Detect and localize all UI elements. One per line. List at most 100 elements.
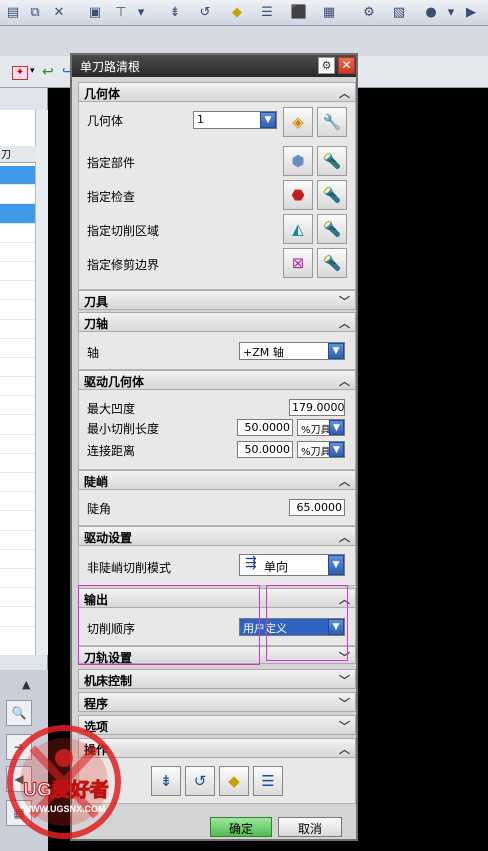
paste-icon[interactable]: ▣ <box>86 2 104 22</box>
table-row[interactable] <box>0 396 35 416</box>
section-geometry[interactable]: 几何体 ︿ <box>78 82 356 102</box>
chevron-up-icon[interactable]: ︿ <box>339 373 350 389</box>
verify-path-icon[interactable]: ◆ <box>228 2 246 22</box>
table-row[interactable] <box>0 320 35 339</box>
section-steep[interactable]: 陡峭 ︿ <box>78 470 356 490</box>
chevron-down-icon[interactable]: ▼ <box>260 112 276 128</box>
chevron-up-icon[interactable]: ︿ <box>339 741 350 757</box>
table-row[interactable] <box>0 473 35 493</box>
table-row[interactable] <box>0 281 35 301</box>
chevron-down-icon[interactable]: ▼ <box>329 442 344 457</box>
section-title: 驱动几何体 <box>84 375 145 389</box>
new-geometry-icon[interactable]: ◈ <box>283 107 313 137</box>
watermark-url: WWW.UGSNX.COM <box>23 804 106 814</box>
flashlight-icon[interactable]: 🔦 <box>317 146 347 176</box>
steep-body: 陡角 65.0000 <box>78 490 356 526</box>
table-row[interactable] <box>0 454 35 473</box>
table-row[interactable] <box>0 492 35 512</box>
chevron-down-icon[interactable]: ﹀ <box>339 672 350 688</box>
table-row[interactable] <box>0 588 35 608</box>
column-header[interactable]: 刀 <box>0 146 36 163</box>
part-icon[interactable]: ⬢ <box>283 146 313 176</box>
table-row[interactable] <box>0 569 35 589</box>
postprocess-icon[interactable]: ▦ <box>320 2 338 22</box>
table-row[interactable] <box>0 415 35 435</box>
geometry-body: 几何体 1 ▼ ◈ 🔧 指定部件 ⬢ 🔦 指定检查 ⬣ 🔦 指定切削区域 ◭ 🔦… <box>78 102 356 290</box>
table-row[interactable] <box>0 607 35 627</box>
chevron-down-icon[interactable]: ﹀ <box>339 718 350 734</box>
table-row[interactable] <box>0 243 35 262</box>
chevron-down-icon[interactable]: ▼ <box>329 420 344 435</box>
chevron-up-icon[interactable]: ︿ <box>339 315 350 331</box>
section-drive-geometry[interactable]: 驱动几何体 ︿ <box>78 370 356 390</box>
replay-path-icon[interactable]: ↺ <box>185 766 215 796</box>
table-row[interactable] <box>0 377 35 397</box>
filter-icon[interactable]: ⊤ <box>112 2 130 22</box>
list-path-icon[interactable]: ☰ <box>258 2 276 22</box>
play-icon[interactable]: ▶ <box>462 2 480 22</box>
chevron-down-icon[interactable]: ﹀ <box>339 293 350 309</box>
min-cut-length-input[interactable]: 50.0000 <box>237 419 293 436</box>
max-concavity-input[interactable]: 179.0000 <box>289 399 345 416</box>
section-title: 程序 <box>84 697 109 711</box>
undo-arrow-icon[interactable]: ↩ <box>42 64 54 80</box>
generate-path-icon[interactable]: ⇟ <box>151 766 181 796</box>
cut-area-icon[interactable]: ◭ <box>283 214 313 244</box>
table-row[interactable] <box>0 339 35 358</box>
gear-icon[interactable]: ⚙ <box>318 57 335 74</box>
navigator-scrollbar[interactable] <box>36 110 48 655</box>
ship-icon[interactable]: ⬛ <box>290 2 308 22</box>
section-title: 刀轴 <box>84 317 109 331</box>
table-row[interactable] <box>0 262 35 282</box>
trim-boundary-icon[interactable]: ⊠ <box>283 248 313 278</box>
chevron-up-icon[interactable]: ︿ <box>339 529 350 545</box>
table-row[interactable] <box>0 300 35 320</box>
check-geometry-icon[interactable]: ⬣ <box>283 180 313 210</box>
copy-icon[interactable]: ⧉ <box>26 2 44 22</box>
chevron-down-icon[interactable]: ▼ <box>328 343 344 359</box>
highlight-box <box>78 585 260 665</box>
table-row[interactable] <box>0 185 35 205</box>
close-icon[interactable]: ✕ <box>338 57 355 74</box>
tool-config-icon[interactable]: ⚙ <box>360 2 378 22</box>
move-icon[interactable]: ▤ <box>4 2 22 22</box>
generate-path-icon[interactable]: ⇟ <box>166 2 184 22</box>
table-row[interactable] <box>0 531 35 550</box>
replay-path-icon[interactable]: ↺ <box>196 2 214 22</box>
ok-button[interactable]: 确定 <box>210 817 272 837</box>
delete-icon[interactable]: ✕ <box>50 2 68 22</box>
table-row[interactable] <box>0 435 35 454</box>
output-icon[interactable]: ▧ <box>390 2 408 22</box>
wrench-icon[interactable]: 🔧 <box>317 107 347 137</box>
snap-icon[interactable]: ✦ <box>12 66 28 80</box>
chevron-up-icon[interactable]: ︿ <box>339 473 350 489</box>
section-tool[interactable]: 刀具 ﹀ <box>78 290 356 310</box>
table-row[interactable] <box>0 166 35 186</box>
gear-toolbar-icon[interactable]: ● <box>422 2 440 22</box>
chevron-up-icon[interactable]: ▲ <box>22 678 30 691</box>
dropdown-icon[interactable]: ▾ <box>136 2 146 22</box>
section-program[interactable]: 程序 ﹀ <box>78 692 356 712</box>
steep-angle-input[interactable]: 65.0000 <box>289 499 345 516</box>
cancel-button[interactable]: 取消 <box>278 817 342 837</box>
top-toolbar: ▤ ⧉ ✕ ▣ ⊤ ▾ ⇟ ↺ ◆ ☰ ⬛ ▦ ⚙ ▧ ● ▾ ▶ <box>0 0 488 26</box>
dropdown2-icon[interactable]: ▾ <box>446 2 456 22</box>
section-tool-axis[interactable]: 刀轴 ︿ <box>78 312 356 332</box>
chevron-down-icon[interactable]: ﹀ <box>339 695 350 711</box>
chevron-down-icon[interactable]: ▼ <box>328 555 344 575</box>
table-row[interactable] <box>0 224 35 243</box>
table-row[interactable] <box>0 358 35 378</box>
connect-distance-input[interactable]: 50.0000 <box>237 441 293 458</box>
connect-distance-label: 连接距离 <box>87 444 136 458</box>
snap-dropdown-icon[interactable]: ▾ <box>30 66 35 76</box>
table-row[interactable] <box>0 511 35 531</box>
section-machine-control[interactable]: 机床控制 ﹀ <box>78 669 356 689</box>
table-row[interactable] <box>0 550 35 569</box>
navigator-table[interactable] <box>0 110 36 655</box>
chevron-up-icon[interactable]: ︿ <box>339 85 350 101</box>
list-path-icon[interactable]: ☰ <box>253 766 283 796</box>
verify-path-icon[interactable]: ◆ <box>219 766 249 796</box>
table-row[interactable] <box>0 204 35 224</box>
section-drive-settings[interactable]: 驱动设置 ︿ <box>78 526 356 546</box>
flashlight-icon: 🔦 <box>317 180 347 210</box>
